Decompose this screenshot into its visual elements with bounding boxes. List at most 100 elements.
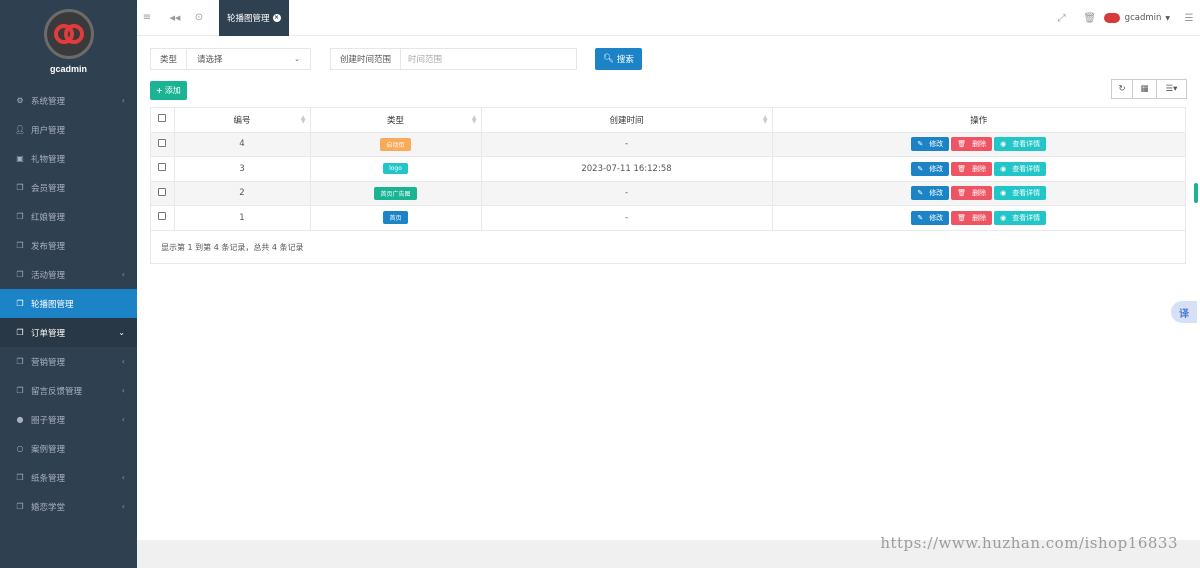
type-header[interactable]: 类型 ▲ ▼ [310, 108, 482, 133]
edit-button[interactable]: ✎ 修改 [911, 186, 950, 201]
chevron-down-icon[interactable]: ▼ [1165, 15, 1170, 22]
created-header-label: 创建时间 [609, 115, 644, 126]
sidebar-item-label: 轮播图管理 [31, 299, 74, 310]
sidebar-item[interactable]: 👤︎ 用户管理 [0, 115, 137, 144]
globe-icon: ● [16, 415, 24, 424]
pencil-icon: ✎ [917, 189, 924, 198]
brand-logo[interactable] [43, 9, 94, 59]
sidebar-item-label: 婚恋学堂 [31, 502, 66, 513]
tab-back-icon[interactable]: ◀◀ [163, 0, 187, 36]
tasks-icon[interactable]: ☰ [1178, 0, 1200, 36]
actions-header: 操作 [772, 108, 1185, 133]
actions-header-label: 操作 [970, 115, 988, 126]
sidebar-item[interactable]: ▣ 礼物管理 [0, 144, 137, 173]
table-row[interactable]: 2 首页广告图 - ✎ 修改 🗑︎ 删除 ◉ 查看详情 [151, 181, 1185, 206]
edit-button[interactable]: ✎ 修改 [911, 137, 950, 152]
chevron-icon: ‹ [121, 270, 125, 279]
user-avatar[interactable] [1103, 13, 1120, 23]
topbar: ≡ ◀◀ ⊙ 轮播图管理 × ⤢ 🗑 gcadmin ▼ ☰ [137, 0, 1200, 36]
date-range-input[interactable]: 时间范围 [400, 48, 578, 70]
view-details-button[interactable]: ◉ 查看详情 [994, 137, 1047, 152]
view-details-button[interactable]: ◉ 查看详情 [994, 186, 1047, 201]
search-button[interactable]: 🔍︎ 搜索 [595, 48, 642, 70]
sidebar-item[interactable]: ❐ 活动管理 ‹ [0, 260, 137, 289]
view-details-button[interactable]: ◉ 查看详情 [994, 210, 1047, 225]
sidebar-item-label: 礼物管理 [31, 154, 66, 165]
sidebar: gcadmin ⚙ 系统管理 ‹ 👤︎ 用户管理 ▣ 礼物管理 ❐ 会员管理 ❐ 红娘管理 ❐ 发布管理… [0, 0, 137, 568]
delete-button[interactable]: 🗑︎ 删除 [951, 186, 993, 201]
refresh-icon[interactable]: ⊙ [187, 0, 211, 36]
user-icon: 👤︎ [14, 125, 26, 134]
sidebar-item[interactable]: ❐ 婚恋学堂 ‹ [0, 492, 137, 521]
table-row[interactable]: 3 logo 2023-07-11 16:12:58 ✎ 修改 🗑︎ 删除 ◉ 查看详情 [151, 156, 1185, 182]
type-cell: logo [310, 156, 482, 182]
tab-label: 轮播图管理 [227, 13, 270, 24]
id-cell: 2 [174, 181, 311, 206]
copy-icon: ❐ [16, 299, 24, 308]
tab-close-icon[interactable]: × [272, 13, 281, 22]
sidebar-item[interactable]: ● 圈子管理 ‹ [0, 405, 137, 434]
toggle-view-button[interactable]: ▦ [1133, 79, 1157, 99]
translate-button[interactable]: 译 [1171, 301, 1197, 323]
edit-button[interactable]: ✎ 修改 [911, 161, 950, 176]
eye-icon: ◉ [1000, 189, 1007, 198]
row-checkbox[interactable] [158, 187, 167, 196]
delete-label: 删除 [972, 189, 987, 198]
fullscreen-icon[interactable]: ⤢ [1048, 0, 1076, 36]
sidebar-item[interactable]: ❐ 订单管理 ⌄ [0, 318, 137, 347]
created-cell: - [481, 205, 773, 231]
sidebar-item[interactable]: ❐ 纸条管理 ‹ [0, 463, 137, 492]
tab-carousel-management[interactable]: 轮播图管理 × [219, 0, 289, 36]
edit-label: 修改 [929, 213, 944, 222]
sidebar-item[interactable]: ○ 案例管理 [0, 434, 137, 463]
sidebar-item-label: 订单管理 [31, 328, 66, 339]
edit-button[interactable]: ✎ 修改 [911, 210, 950, 225]
sidebar-item[interactable]: ⚙ 系统管理 ‹ [0, 86, 137, 115]
pencil-icon: ✎ [917, 213, 924, 222]
row-select-cell[interactable] [151, 156, 175, 182]
copy-icon: ❐ [16, 270, 24, 279]
circle-icon: ○ [16, 444, 24, 453]
type-select[interactable]: 请选择 ⌄ [186, 48, 312, 70]
select-all-checkbox[interactable] [158, 114, 167, 123]
sidebar-item-label: 系统管理 [31, 96, 66, 107]
sidebar-item[interactable]: ❐ 发布管理 [0, 231, 137, 260]
trash-icon[interactable]: 🗑 [1076, 0, 1104, 36]
menu-toggle-icon[interactable]: ≡ [135, 0, 159, 36]
eye-icon: ◉ [1000, 140, 1007, 149]
actions-cell: ✎ 修改 🗑︎ 删除 ◉ 查看详情 [772, 156, 1185, 182]
pencil-icon: ✎ [917, 164, 924, 173]
delete-button[interactable]: 🗑︎ 删除 [951, 210, 993, 225]
chevron-icon: ‹ [121, 473, 125, 482]
columns-button[interactable]: ☰▾ [1157, 79, 1187, 99]
select-all-header[interactable] [151, 108, 175, 133]
created-header[interactable]: 创建时间 ▲ ▼ [481, 108, 773, 133]
type-badge: 首页 [383, 211, 408, 225]
delete-button[interactable]: 🗑︎ 删除 [951, 161, 993, 176]
sidebar-item-label: 红娘管理 [31, 212, 66, 223]
delete-button[interactable]: 🗑︎ 删除 [951, 137, 993, 152]
row-checkbox[interactable] [158, 163, 167, 172]
row-select-cell[interactable] [151, 205, 175, 231]
topbar-right: ⤢ 🗑 gcadmin ▼ ☰ [1048, 0, 1200, 36]
row-checkbox[interactable] [158, 212, 167, 221]
row-select-cell[interactable] [151, 132, 175, 157]
add-button[interactable]: + 添加 [150, 81, 187, 100]
id-header[interactable]: 编号 ▲ ▼ [174, 108, 311, 133]
sidebar-item[interactable]: ❐ 轮播图管理 [0, 289, 137, 318]
user-name[interactable]: gcadmin [1125, 13, 1162, 23]
table-row[interactable]: 1 首页 - ✎ 修改 🗑︎ 删除 ◉ 查看详情 [151, 205, 1185, 231]
table-row[interactable]: 4 启动页 - ✎ 修改 🗑︎ 删除 ◉ 查看详情 [151, 132, 1185, 157]
view-details-button[interactable]: ◉ 查看详情 [994, 161, 1047, 176]
sidebar-item[interactable]: ❐ 红娘管理 [0, 202, 137, 231]
sidebar-item[interactable]: ❐ 营销管理 ‹ [0, 347, 137, 376]
pencil-icon: ✎ [917, 140, 924, 149]
row-checkbox[interactable] [158, 138, 167, 147]
sidebar-item[interactable]: ❐ 会员管理 [0, 173, 137, 202]
id-header-label: 编号 [233, 115, 251, 126]
refresh-table-button[interactable]: ↻ [1111, 79, 1133, 99]
sidebar-item[interactable]: ❐ 留言反馈管理 ‹ [0, 376, 137, 405]
row-select-cell[interactable] [151, 181, 175, 206]
scroll-indicator[interactable] [1194, 183, 1198, 203]
edit-label: 修改 [929, 140, 944, 149]
